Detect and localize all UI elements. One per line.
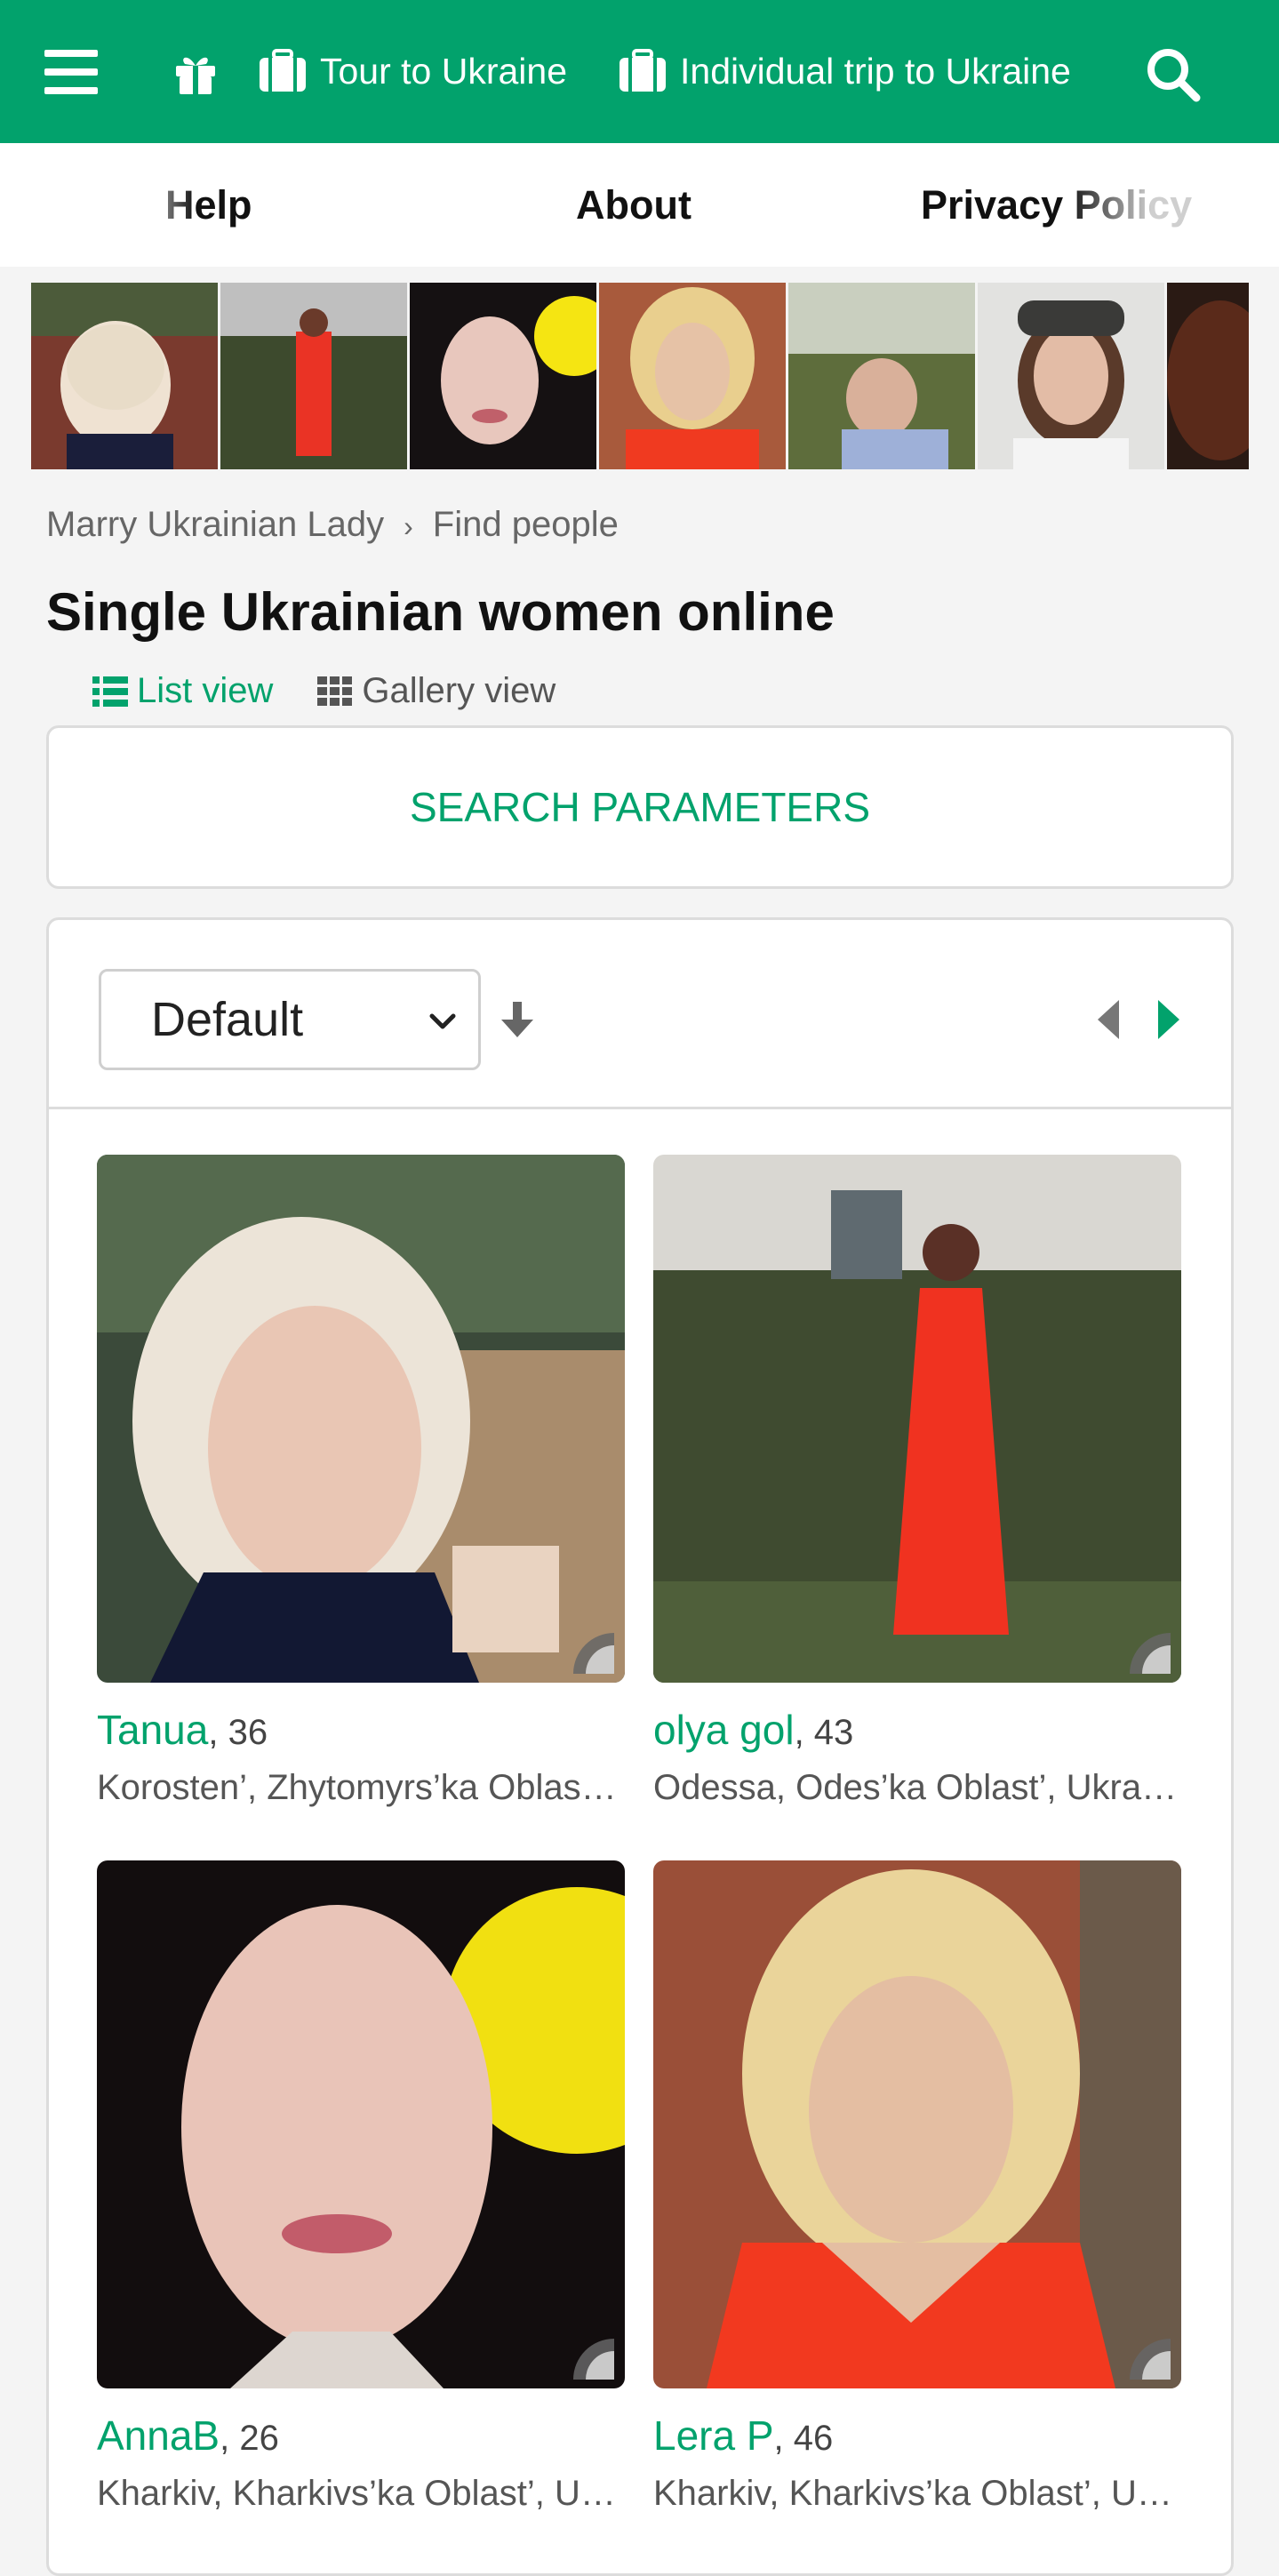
breadcrumb: Marry Ukrainian Lady › Find people [46, 505, 619, 545]
profile-location: Kharkiv, Kharkivs’ka Oblast’, Ukraine [97, 2474, 625, 2513]
results-toolbar: Default [49, 920, 1231, 1109]
chevron-down-icon [429, 1013, 456, 1029]
suitcase-icon [620, 49, 666, 92]
profile-thumbnail[interactable] [1167, 283, 1249, 469]
profile-age: , 36 [208, 1713, 268, 1752]
profile-age: , 46 [773, 2419, 834, 2458]
photo-count-badge-icon [573, 1633, 614, 1674]
suitcase-icon [260, 49, 306, 92]
profile-thumbnail[interactable] [31, 283, 218, 469]
profile-age: , 26 [220, 2419, 279, 2458]
profile-location: Odessa, Odes’ka Oblast’, Ukraine [653, 1768, 1181, 1807]
tour-to-ukraine-label: Tour to Ukraine [320, 50, 568, 92]
secondary-nav: Help About Privacy Policy [0, 143, 1279, 267]
featured-profiles-strip[interactable] [31, 283, 1249, 469]
profile-thumbnail[interactable] [788, 283, 975, 469]
profile-photo[interactable] [653, 1155, 1181, 1683]
profile-thumbnail[interactable] [978, 283, 1164, 469]
results-panel: Default Tanua, 36 Korosten’, Zhytomyrs’k… [46, 917, 1234, 2576]
list-view-button[interactable]: List view [92, 671, 273, 711]
profile-location: Korosten’, Zhytomyrs’ka Oblast’, Ukraine [97, 1768, 625, 1807]
profile-name-link[interactable]: Tanua [97, 1707, 208, 1753]
grid-icon [317, 676, 353, 706]
gallery-view-button[interactable]: Gallery view [317, 671, 556, 711]
photo-count-badge-icon [1130, 2339, 1171, 2380]
view-switcher: List view Gallery view [92, 671, 556, 711]
tour-to-ukraine-link[interactable]: Tour to Ukraine [258, 44, 567, 98]
profile-name-link[interactable]: olya gol [653, 1707, 795, 1753]
individual-trip-label: Individual trip to Ukraine [680, 50, 1071, 92]
profile-thumbnail[interactable] [599, 283, 786, 469]
profile-photo[interactable] [97, 1860, 625, 2388]
profile-thumbnail[interactable] [410, 283, 596, 469]
photo-count-badge-icon [1130, 1633, 1171, 1674]
profile-card[interactable]: Tanua, 36 Korosten’, Zhytomyrs’ka Oblast… [97, 1155, 625, 1808]
sort-select-value: Default [151, 993, 304, 1046]
top-bar: Tour to Ukraine Individual trip to Ukrai… [0, 0, 1279, 143]
profile-photo[interactable] [97, 1155, 625, 1683]
search-icon[interactable] [1145, 46, 1202, 103]
profile-card[interactable]: Lera P, 46 Kharkiv, Kharkivs’ka Oblast’,… [653, 1860, 1181, 2514]
about-link[interactable]: About [576, 182, 691, 228]
profile-card[interactable]: AnnaB, 26 Kharkiv, Kharkivs’ka Oblast’, … [97, 1860, 625, 2514]
profile-name-link[interactable]: Lera P [653, 2412, 774, 2459]
profile-card[interactable]: olya gol, 43 Odessa, Odes’ka Oblast’, Uk… [653, 1155, 1181, 1808]
list-view-label: List view [137, 671, 274, 710]
scroll-fade-right [1067, 170, 1279, 241]
individual-trip-link[interactable]: Individual trip to Ukraine [618, 44, 1071, 98]
profile-name-link[interactable]: AnnaB [97, 2412, 220, 2459]
profile-thumbnail[interactable] [220, 283, 407, 469]
gallery-view-label: Gallery view [362, 671, 556, 710]
profile-location: Kharkiv, Kharkivs’ka Oblast’, Ukraine [653, 2474, 1181, 2513]
sort-direction-arrow-icon[interactable] [498, 1000, 537, 1041]
scroll-fade-left [133, 170, 196, 241]
photo-count-badge-icon [573, 2339, 614, 2380]
breadcrumb-current[interactable]: Find people [433, 505, 619, 544]
page-title: Single Ukrainian women online [46, 582, 835, 642]
list-icon [92, 676, 128, 707]
chevron-right-icon: › [404, 510, 413, 542]
next-page-icon[interactable] [1155, 998, 1183, 1041]
sort-select[interactable]: Default [99, 969, 481, 1070]
profile-age: , 43 [794, 1713, 854, 1752]
menu-icon[interactable] [44, 50, 98, 94]
previous-page-icon[interactable] [1094, 998, 1123, 1041]
gift-icon[interactable] [172, 50, 219, 96]
search-parameters-button[interactable]: SEARCH PARAMETERS [46, 725, 1234, 889]
breadcrumb-home-link[interactable]: Marry Ukrainian Lady [46, 505, 384, 544]
profile-photo[interactable] [653, 1860, 1181, 2388]
